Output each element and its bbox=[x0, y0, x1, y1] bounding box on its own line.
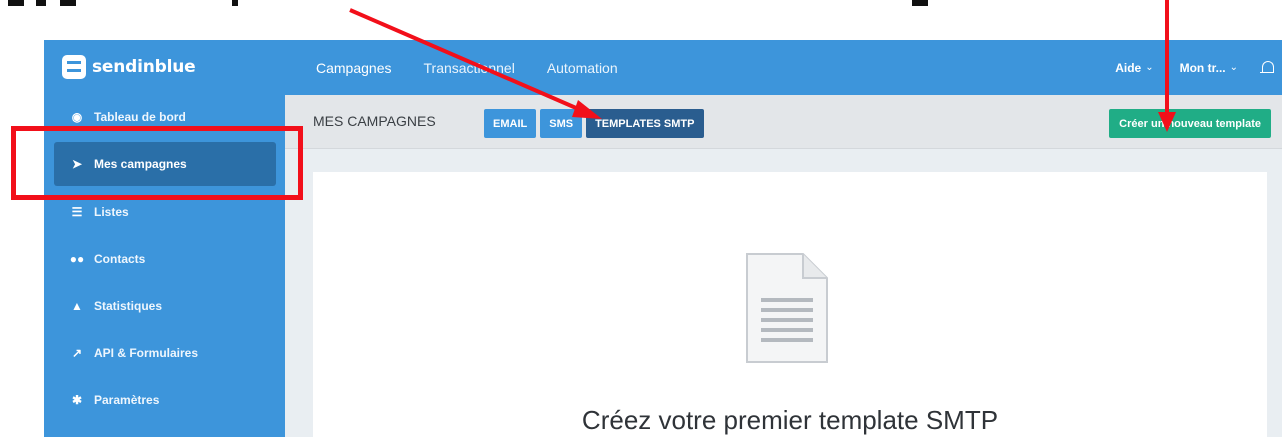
cropped-annotation-text bbox=[0, 0, 1282, 40]
help-label: Aide bbox=[1115, 60, 1142, 75]
sidebar-item-label: Paramètres bbox=[94, 393, 160, 407]
gear-icon: ✱ bbox=[71, 393, 83, 407]
cropped-text-fragment bbox=[912, 0, 928, 6]
top-navbar: sendinblue Campagnes Transactionnel Auto… bbox=[44, 40, 1282, 95]
sidebar-item-label: API & Formulaires bbox=[94, 346, 199, 360]
dashboard-icon: ◉ bbox=[71, 110, 83, 124]
sidebar-item-label: Tableau de bord bbox=[94, 110, 186, 124]
tab-templates-smtp[interactable]: TEMPLATES SMTP bbox=[586, 109, 704, 138]
sidebar-item-label: Contacts bbox=[94, 252, 146, 266]
account-menu[interactable]: Mon tr... ⌄ bbox=[1180, 61, 1238, 75]
nav-automation[interactable]: Automation bbox=[547, 60, 618, 76]
campaigns-subheader: MES CAMPAGNES EMAIL SMS TEMPLATES SMTP C… bbox=[285, 95, 1282, 149]
sidebar-item-label: Statistiques bbox=[94, 299, 163, 313]
campaign-type-tabs: EMAIL SMS TEMPLATES SMTP bbox=[484, 109, 708, 138]
empty-state-title: Créez votre premier template SMTP bbox=[581, 405, 999, 435]
empty-state-card: Créez votre premier template SMTP bbox=[313, 172, 1267, 437]
sidebar-item-api-formulaires[interactable]: ↗ API & Formulaires bbox=[54, 331, 276, 375]
app-window: sendinblue Campagnes Transactionnel Auto… bbox=[44, 40, 1282, 437]
chevron-down-icon: ⌄ bbox=[1145, 62, 1154, 73]
cropped-text-fragment bbox=[232, 0, 238, 6]
logo-mark-icon bbox=[62, 55, 86, 79]
sendinblue-logo[interactable]: sendinblue bbox=[62, 52, 196, 82]
wrench-icon: ↗ bbox=[71, 346, 83, 360]
cropped-text-fragment bbox=[36, 0, 46, 6]
users-icon: ●● bbox=[69, 252, 85, 266]
list-icon: ☰ bbox=[71, 205, 83, 219]
chevron-down-icon: ⌄ bbox=[1229, 62, 1238, 73]
bell-icon[interactable] bbox=[1260, 60, 1274, 76]
logo-text: sendinblue bbox=[92, 57, 196, 77]
sidebar-item-label: Listes bbox=[94, 205, 129, 219]
tab-email[interactable]: EMAIL bbox=[484, 109, 537, 138]
cropped-text-fragment bbox=[60, 0, 76, 6]
main-nav: Campagnes Transactionnel Automation bbox=[316, 40, 650, 95]
highlight-box bbox=[11, 126, 303, 200]
cropped-text-fragment bbox=[8, 0, 24, 6]
sidebar-item-statistiques[interactable]: ▲ Statistiques bbox=[54, 284, 276, 328]
document-icon bbox=[746, 253, 828, 363]
account-label: Mon tr... bbox=[1179, 60, 1226, 75]
nav-campagnes[interactable]: Campagnes bbox=[316, 60, 392, 76]
help-menu[interactable]: Aide ⌄ bbox=[1115, 61, 1153, 75]
create-template-button[interactable]: Créer un nouveau template bbox=[1109, 109, 1271, 138]
tab-sms[interactable]: SMS bbox=[540, 109, 583, 138]
area-chart-icon: ▲ bbox=[71, 299, 83, 313]
top-right-menu: Aide ⌄ Mon tr... ⌄ bbox=[1089, 40, 1282, 95]
page-title: MES CAMPAGNES bbox=[313, 113, 436, 129]
nav-transactionnel[interactable]: Transactionnel bbox=[424, 60, 515, 76]
sidebar-item-contacts[interactable]: ●● Contacts bbox=[54, 237, 276, 281]
sidebar-item-parametres[interactable]: ✱ Paramètres bbox=[54, 378, 276, 422]
